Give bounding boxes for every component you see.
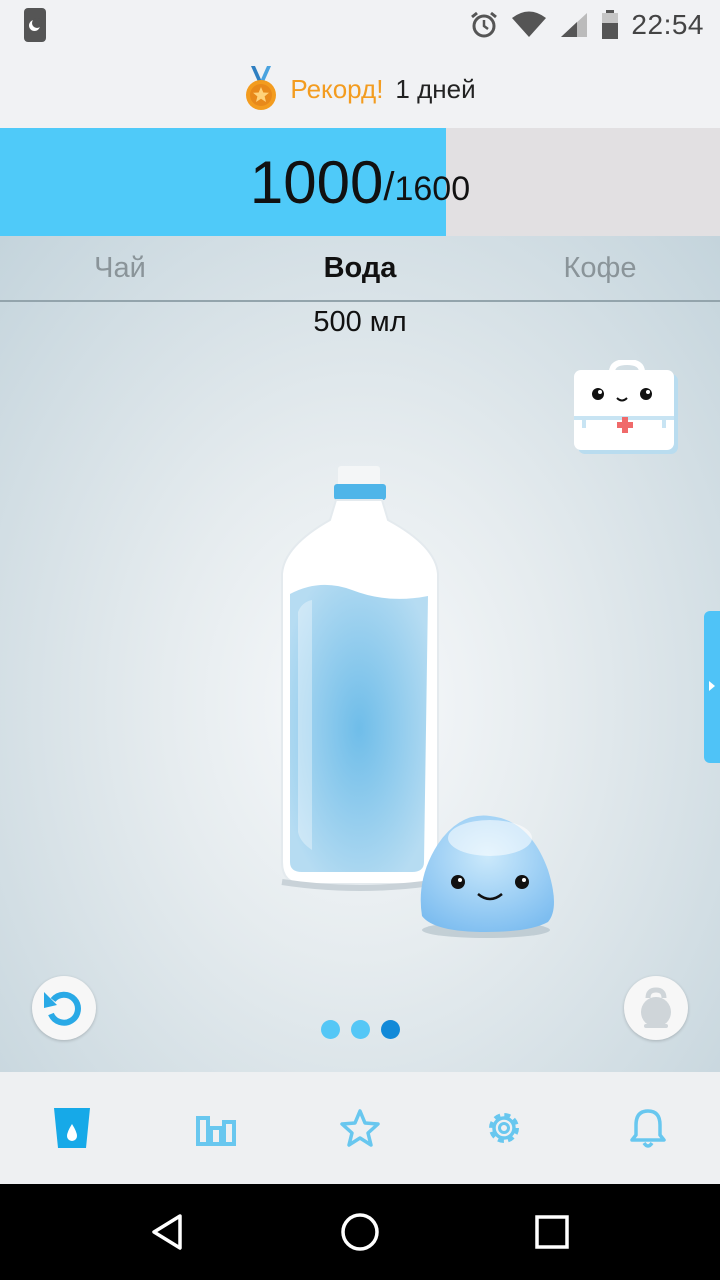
side-drawer-handle[interactable]	[704, 611, 720, 763]
tab-tea[interactable]: Чай	[0, 236, 240, 300]
star-icon	[340, 1109, 380, 1147]
pager-dot[interactable]	[320, 1020, 340, 1039]
back-triangle-icon	[152, 1214, 182, 1250]
daily-progress-bar: 1000 / 1600	[0, 128, 720, 236]
pager-dot-active[interactable]	[380, 1020, 400, 1039]
first-aid-kit-icon[interactable]	[572, 360, 682, 460]
drink-amount: 500 мл	[313, 306, 407, 338]
progress-separator: /	[383, 164, 395, 209]
bell-icon	[630, 1109, 666, 1148]
status-icons: 22:54	[469, 0, 704, 50]
drink-type-tabs: Чай Вода Кофе	[0, 236, 720, 302]
nav-reminders[interactable]	[576, 1072, 720, 1184]
system-navigation	[0, 1184, 720, 1280]
record-value: 1 дней	[395, 73, 476, 104]
pager-dots	[0, 1020, 720, 1039]
pager-dot[interactable]	[350, 1020, 370, 1039]
progress-text: 1000 / 1600	[0, 128, 720, 236]
night-mode-icon	[24, 8, 46, 42]
home-button[interactable]	[325, 1197, 395, 1267]
nav-achievements[interactable]	[288, 1072, 432, 1184]
status-bar: 22:54	[0, 0, 720, 50]
record-label: Рекорд!	[290, 73, 384, 104]
nav-settings[interactable]	[432, 1072, 576, 1184]
tab-water[interactable]: Вода	[240, 236, 480, 300]
nav-stats[interactable]	[144, 1072, 288, 1184]
chevron-right-icon	[709, 681, 715, 691]
bottom-navigation	[0, 1072, 720, 1184]
progress-current: 1000	[249, 148, 384, 216]
bar-chart-icon	[196, 1116, 236, 1146]
status-time: 22:54	[631, 9, 704, 40]
recents-square-icon	[535, 1215, 569, 1249]
drink-main-area: Чай Вода Кофе 500 мл	[0, 236, 720, 1072]
back-button[interactable]	[133, 1197, 203, 1267]
cell-signal-icon	[561, 13, 588, 37]
nav-drink[interactable]	[0, 1072, 144, 1184]
battery-icon	[602, 10, 619, 39]
home-circle-icon	[341, 1213, 379, 1251]
recents-button[interactable]	[517, 1197, 587, 1267]
water-drop-character-icon	[420, 815, 554, 938]
alarm-icon	[471, 11, 498, 38]
record-banner: Рекорд! 1 дней	[0, 50, 720, 128]
gear-icon	[489, 1113, 519, 1143]
progress-goal: 1600	[394, 169, 471, 208]
medal-icon	[246, 66, 277, 110]
water-glass-icon	[54, 1108, 90, 1148]
tab-coffee[interactable]: Кофе	[480, 236, 720, 300]
wifi-icon	[512, 11, 547, 37]
